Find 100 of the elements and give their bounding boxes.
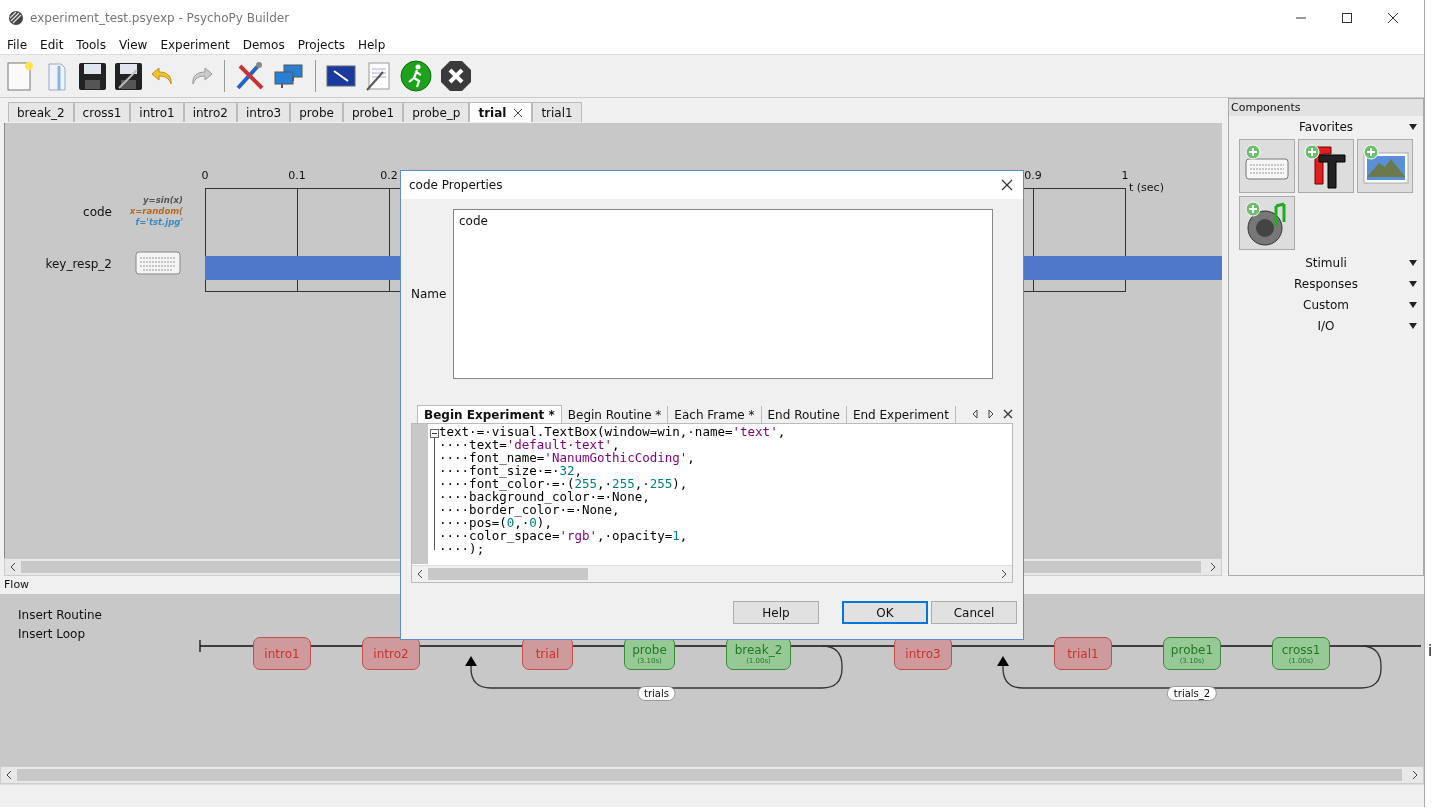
maximize-icon[interactable] — [1341, 12, 1353, 24]
fold-icon[interactable] — [429, 429, 439, 438]
loop-label[interactable]: trials_2 — [1166, 686, 1218, 701]
menu-item[interactable]: Demos — [242, 38, 285, 52]
code-line: ····font_name='NanumGothicCoding', — [439, 451, 696, 464]
loop-arrow[interactable] — [997, 645, 1382, 689]
tick-label: 0.2 — [380, 169, 398, 182]
save-as-icon[interactable] — [113, 60, 143, 92]
code-line: ····text='default·text', — [439, 438, 620, 451]
code-snippet: x=random( — [129, 206, 183, 217]
caret-icon[interactable] — [1409, 301, 1417, 308]
code-editor[interactable] — [411, 423, 1013, 583]
routine-name: intro3 — [905, 646, 941, 661]
scrollbar-thumb[interactable] — [17, 769, 1402, 781]
background-text: i — [1428, 642, 1433, 660]
tick-label: 1 — [1121, 169, 1129, 182]
scroll-left-icon[interactable] — [4, 770, 14, 780]
dialog-button[interactable]: OK — [842, 601, 928, 624]
routine-name: intro1 — [264, 646, 300, 661]
component-name[interactable]: code — [83, 205, 112, 219]
caret-icon[interactable] — [1409, 322, 1417, 329]
routine-name: cross1 — [1281, 642, 1321, 657]
image-component-button[interactable] — [1357, 139, 1413, 193]
code-line: ····background_color·=·None, — [439, 490, 651, 503]
tab-right-icon[interactable] — [987, 409, 995, 419]
run-icon[interactable] — [399, 59, 433, 93]
code-line: ····border_color·=·None, — [439, 503, 620, 516]
menu-item[interactable]: Projects — [297, 38, 345, 52]
panel-header: Flow — [3, 577, 31, 593]
text-component-button[interactable] — [1298, 139, 1354, 193]
code-snippet: f='tst.jpg' — [135, 217, 183, 228]
menu-item[interactable]: Edit — [40, 38, 64, 52]
tick-label: 0.9 — [1024, 169, 1042, 182]
close-icon[interactable] — [1003, 409, 1013, 419]
stop-icon[interactable] — [439, 59, 473, 93]
routine-name: break_2 — [734, 642, 783, 657]
close-icon[interactable] — [513, 107, 524, 118]
loop-label[interactable]: trials — [637, 686, 676, 701]
code-component-icon[interactable]: y=sin(x) x=random( f='tst.jpg' — [123, 195, 183, 228]
section-header[interactable]: Stimuli — [1305, 255, 1347, 270]
window-title: experiment_test.psyexp - PsychoPy Builder — [30, 11, 290, 25]
tick-label: 0 — [201, 169, 209, 182]
tab-left-icon[interactable] — [971, 409, 979, 419]
dialog-title: code Properties — [409, 178, 503, 192]
scroll-right-icon[interactable] — [1410, 770, 1420, 780]
routine-name: trial1 — [1067, 646, 1099, 661]
field-label: Name — [411, 287, 445, 301]
menu-item[interactable]: View — [118, 38, 148, 52]
routine-tab[interactable]: intro1 — [130, 102, 184, 122]
scrollbar-thumb[interactable] — [428, 568, 588, 580]
routine-tab[interactable]: probe — [290, 102, 343, 122]
code-line: ····font_size·=·32, — [439, 464, 582, 477]
section-header[interactable]: I/O — [1317, 318, 1335, 333]
code-line: ····color_space='rgb',·opacity=1, — [439, 529, 689, 542]
routine-tab[interactable]: intro3 — [236, 102, 291, 122]
code-snippet: y=sin(x) — [143, 195, 183, 206]
flow-action-link[interactable]: Insert Loop — [18, 627, 102, 641]
routine-name: intro2 — [373, 646, 409, 661]
panel-header: Components — [1229, 99, 1423, 116]
name-field[interactable]: code — [453, 209, 993, 379]
routine-tab[interactable]: break_2 — [8, 102, 74, 122]
code-tab[interactable]: Begin Experiment * — [417, 405, 562, 423]
scroll-right-icon[interactable] — [999, 569, 1009, 579]
routine-tab[interactable]: probe_p — [403, 102, 470, 122]
tools-icon[interactable] — [234, 60, 266, 92]
app-logo-icon — [8, 10, 24, 26]
menu-item[interactable]: Experiment — [160, 38, 230, 52]
routine-tab[interactable]: trial — [469, 102, 533, 122]
caret-icon[interactable] — [1409, 123, 1417, 130]
routine-name: probe — [632, 642, 667, 657]
section-header[interactable]: Favorites — [1298, 119, 1354, 134]
close-icon[interactable] — [1387, 12, 1399, 24]
section-header[interactable]: Custom — [1303, 297, 1349, 312]
menu-item[interactable]: Tools — [76, 38, 106, 52]
code-line: ····font_color·=·(255,·255,·255), — [439, 477, 689, 490]
code-line: ····pos=(0,·0), — [439, 516, 552, 529]
caret-icon[interactable] — [1409, 259, 1417, 266]
dialog-button[interactable]: Help — [733, 601, 819, 624]
scroll-left-icon[interactable] — [8, 562, 18, 572]
menu-item[interactable]: Help — [357, 38, 386, 52]
notepad-pen-icon[interactable] — [363, 60, 393, 92]
caret-icon[interactable] — [1409, 280, 1417, 287]
axis-unit-label: t (sec) — [1129, 181, 1164, 194]
routine-name: probe1 — [1170, 642, 1214, 657]
scroll-right-icon[interactable] — [1208, 562, 1218, 572]
scroll-left-icon[interactable] — [415, 569, 425, 579]
menu-item[interactable]: File — [7, 38, 28, 52]
close-icon[interactable] — [1001, 179, 1013, 191]
tick-label: 0.1 — [288, 169, 306, 182]
routine-tab[interactable]: intro2 — [183, 102, 237, 122]
section-header[interactable]: Responses — [1294, 276, 1358, 291]
routine-tab[interactable]: probe1 — [342, 102, 404, 122]
save-icon[interactable] — [77, 60, 107, 92]
loop-arrow[interactable] — [465, 645, 843, 689]
routine-tab[interactable]: cross1 — [73, 102, 131, 122]
sound-component-button[interactable] — [1239, 196, 1295, 250]
dialog-button[interactable]: Cancel — [931, 601, 1017, 624]
component-name[interactable]: key_resp_2 — [45, 257, 112, 271]
routine-tab[interactable]: trial1 — [532, 102, 582, 122]
flow-action-link[interactable]: Insert Routine — [18, 608, 102, 622]
